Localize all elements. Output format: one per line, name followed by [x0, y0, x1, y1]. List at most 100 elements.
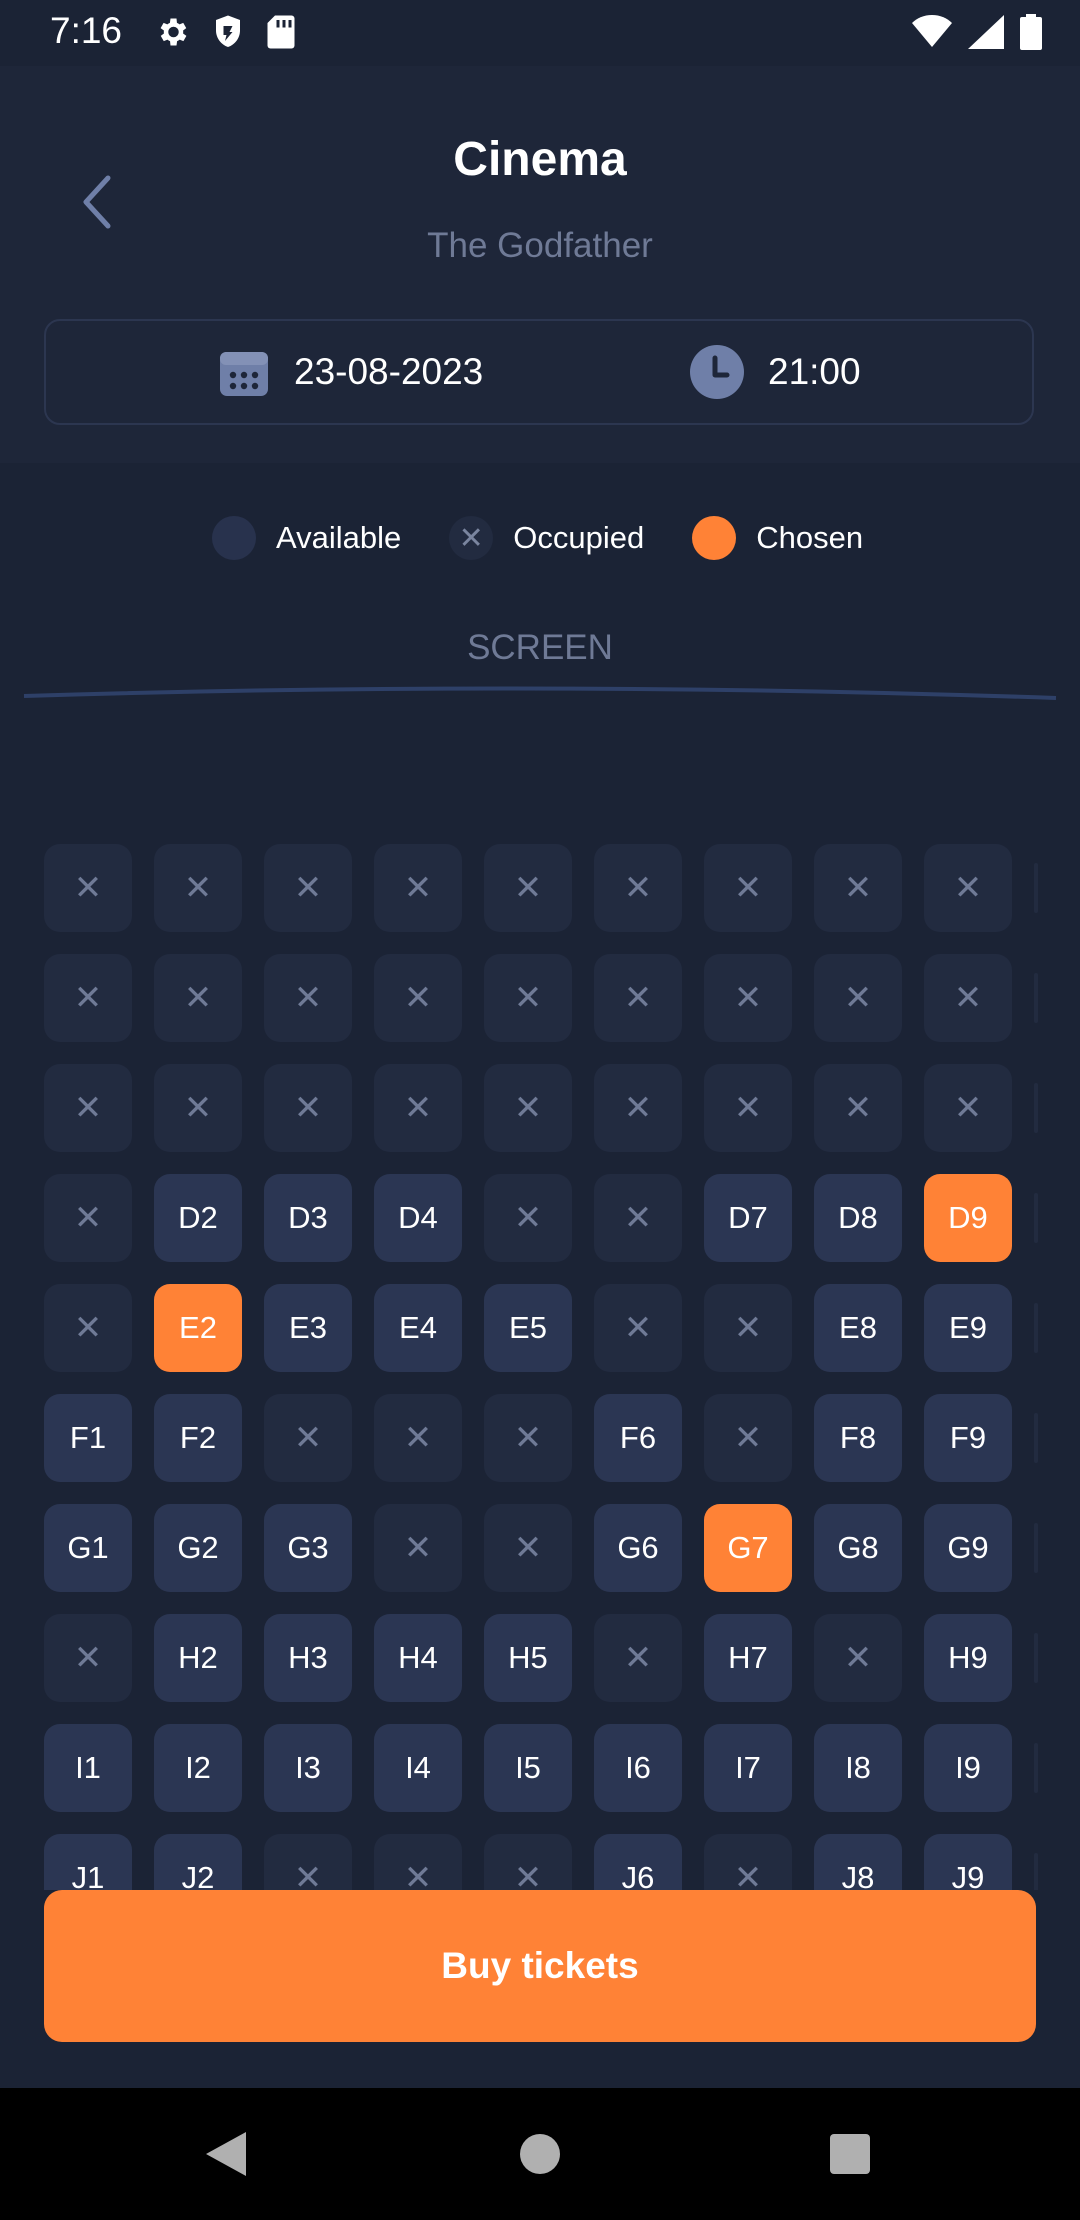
seat-g7[interactable]: G7 — [704, 1504, 792, 1592]
date-value: 23-08-2023 — [294, 351, 484, 392]
back-triangle-icon — [206, 2132, 246, 2176]
seat-b7: ✕ — [704, 954, 792, 1042]
seat-e3[interactable]: E3 — [264, 1284, 352, 1372]
home-circle-icon — [520, 2134, 560, 2174]
seat-g5: ✕ — [484, 1504, 572, 1592]
seat-d3[interactable]: D3 — [264, 1174, 352, 1262]
seat-e9[interactable]: E9 — [924, 1284, 1012, 1372]
seat-e1: ✕ — [44, 1284, 132, 1372]
seat-edge — [1034, 973, 1038, 1023]
header-panel: Cinema The Godfather 23-08-2023 21:00 — [0, 66, 1080, 463]
seat-g3[interactable]: G3 — [264, 1504, 352, 1592]
seat-edge — [1034, 1523, 1038, 1573]
seat-b2: ✕ — [154, 954, 242, 1042]
seat-c4: ✕ — [374, 1064, 462, 1152]
buy-tickets-button[interactable]: Buy tickets — [44, 1890, 1036, 2042]
seat-j7: ✕ — [704, 1834, 792, 1890]
seat-f8[interactable]: F8 — [814, 1394, 902, 1482]
legend-chosen-label: Chosen — [756, 520, 864, 555]
seat-map[interactable]: ✕ ✕ ✕ ✕ ✕ ✕ ✕ ✕ ✕ ✕ ✕ ✕ ✕ ✕ ✕ ✕ ✕ ✕ ✕ ✕ ✕ ✕ ✕ ✕ ✕ ✕ ✕ ✕ D2 D3 D4 ✕ ✕ D7 D8… — [0, 840, 1080, 1890]
date-selector[interactable]: 23-08-2023 — [218, 321, 483, 423]
seat-d9[interactable]: D9 — [924, 1174, 1012, 1262]
seat-c5: ✕ — [484, 1064, 572, 1152]
nav-back-button[interactable] — [156, 2088, 296, 2220]
battery-icon — [1020, 14, 1042, 50]
seat-g1[interactable]: G1 — [44, 1504, 132, 1592]
seat-h1: ✕ — [44, 1614, 132, 1702]
legend-chosen: Chosen — [692, 516, 863, 560]
seat-h7[interactable]: H7 — [704, 1614, 792, 1702]
seat-j9[interactable]: J9 — [924, 1834, 1012, 1890]
time-selector[interactable]: 21:00 — [690, 321, 861, 423]
seat-h5[interactable]: H5 — [484, 1614, 572, 1702]
seat-i3[interactable]: I3 — [264, 1724, 352, 1812]
legend-occupied-label: Occupied — [513, 520, 645, 555]
seat-i1[interactable]: I1 — [44, 1724, 132, 1812]
seat-d2[interactable]: D2 — [154, 1174, 242, 1262]
seat-a3: ✕ — [264, 844, 352, 932]
seat-i9[interactable]: I9 — [924, 1724, 1012, 1812]
seat-d8[interactable]: D8 — [814, 1174, 902, 1262]
seat-d7[interactable]: D7 — [704, 1174, 792, 1262]
seat-a8: ✕ — [814, 844, 902, 932]
seat-b1: ✕ — [44, 954, 132, 1042]
seat-edge — [1034, 1633, 1038, 1683]
seat-a7: ✕ — [704, 844, 792, 932]
seat-j5: ✕ — [484, 1834, 572, 1890]
seat-i7[interactable]: I7 — [704, 1724, 792, 1812]
seat-e7: ✕ — [704, 1284, 792, 1372]
seat-g2[interactable]: G2 — [154, 1504, 242, 1592]
seat-i5[interactable]: I5 — [484, 1724, 572, 1812]
seat-j6[interactable]: J6 — [594, 1834, 682, 1890]
seat-f9[interactable]: F9 — [924, 1394, 1012, 1482]
seat-g9[interactable]: G9 — [924, 1504, 1012, 1592]
seat-i6[interactable]: I6 — [594, 1724, 682, 1812]
seat-edge — [1034, 1303, 1038, 1353]
seat-i2[interactable]: I2 — [154, 1724, 242, 1812]
seat-e5[interactable]: E5 — [484, 1284, 572, 1372]
seat-a6: ✕ — [594, 844, 682, 932]
seat-j1[interactable]: J1 — [44, 1834, 132, 1890]
seat-a2: ✕ — [154, 844, 242, 932]
legend-occupied: ✕ Occupied — [449, 516, 644, 560]
seat-b8: ✕ — [814, 954, 902, 1042]
time-value: 21:00 — [768, 351, 861, 392]
seat-e8[interactable]: E8 — [814, 1284, 902, 1372]
calendar-icon — [220, 352, 268, 396]
seat-f6[interactable]: F6 — [594, 1394, 682, 1482]
gear-icon — [160, 18, 187, 46]
seat-e2[interactable]: E2 — [154, 1284, 242, 1372]
wifi-icon — [912, 15, 952, 47]
page-title: Cinema — [453, 133, 627, 186]
seat-b5: ✕ — [484, 954, 572, 1042]
seat-edge — [1034, 1853, 1038, 1890]
status-time: 7:16 — [50, 10, 123, 51]
seat-grid: ✕ ✕ ✕ ✕ ✕ ✕ ✕ ✕ ✕ ✕ ✕ ✕ ✕ ✕ ✕ ✕ ✕ ✕ ✕ ✕ ✕ ✕ ✕ ✕ ✕ ✕ ✕ ✕ D2 D3 D4 ✕ ✕ D7 D8… — [44, 844, 1012, 1890]
seat-a1: ✕ — [44, 844, 132, 932]
occupied-dot-icon: ✕ — [449, 516, 494, 560]
seat-h9[interactable]: H9 — [924, 1614, 1012, 1702]
nav-home-button[interactable] — [470, 2088, 610, 2220]
available-dot-icon — [212, 516, 256, 560]
seat-d4[interactable]: D4 — [374, 1174, 462, 1262]
seat-i4[interactable]: I4 — [374, 1724, 462, 1812]
seat-j8[interactable]: J8 — [814, 1834, 902, 1890]
nav-recents-button[interactable] — [780, 2088, 920, 2220]
seat-c7: ✕ — [704, 1064, 792, 1152]
seat-i8[interactable]: I8 — [814, 1724, 902, 1812]
seat-c3: ✕ — [264, 1064, 352, 1152]
seat-b3: ✕ — [264, 954, 352, 1042]
seat-h2[interactable]: H2 — [154, 1614, 242, 1702]
seat-j2[interactable]: J2 — [154, 1834, 242, 1890]
seat-f4: ✕ — [374, 1394, 462, 1482]
seat-f2[interactable]: F2 — [154, 1394, 242, 1482]
seat-g6[interactable]: G6 — [594, 1504, 682, 1592]
system-nav-bar — [0, 2088, 1080, 2220]
seat-f1[interactable]: F1 — [44, 1394, 132, 1482]
shield-icon — [216, 15, 240, 47]
seat-g8[interactable]: G8 — [814, 1504, 902, 1592]
seat-h4[interactable]: H4 — [374, 1614, 462, 1702]
seat-a5: ✕ — [484, 844, 572, 932]
seat-e4[interactable]: E4 — [374, 1284, 462, 1372]
seat-h3[interactable]: H3 — [264, 1614, 352, 1702]
